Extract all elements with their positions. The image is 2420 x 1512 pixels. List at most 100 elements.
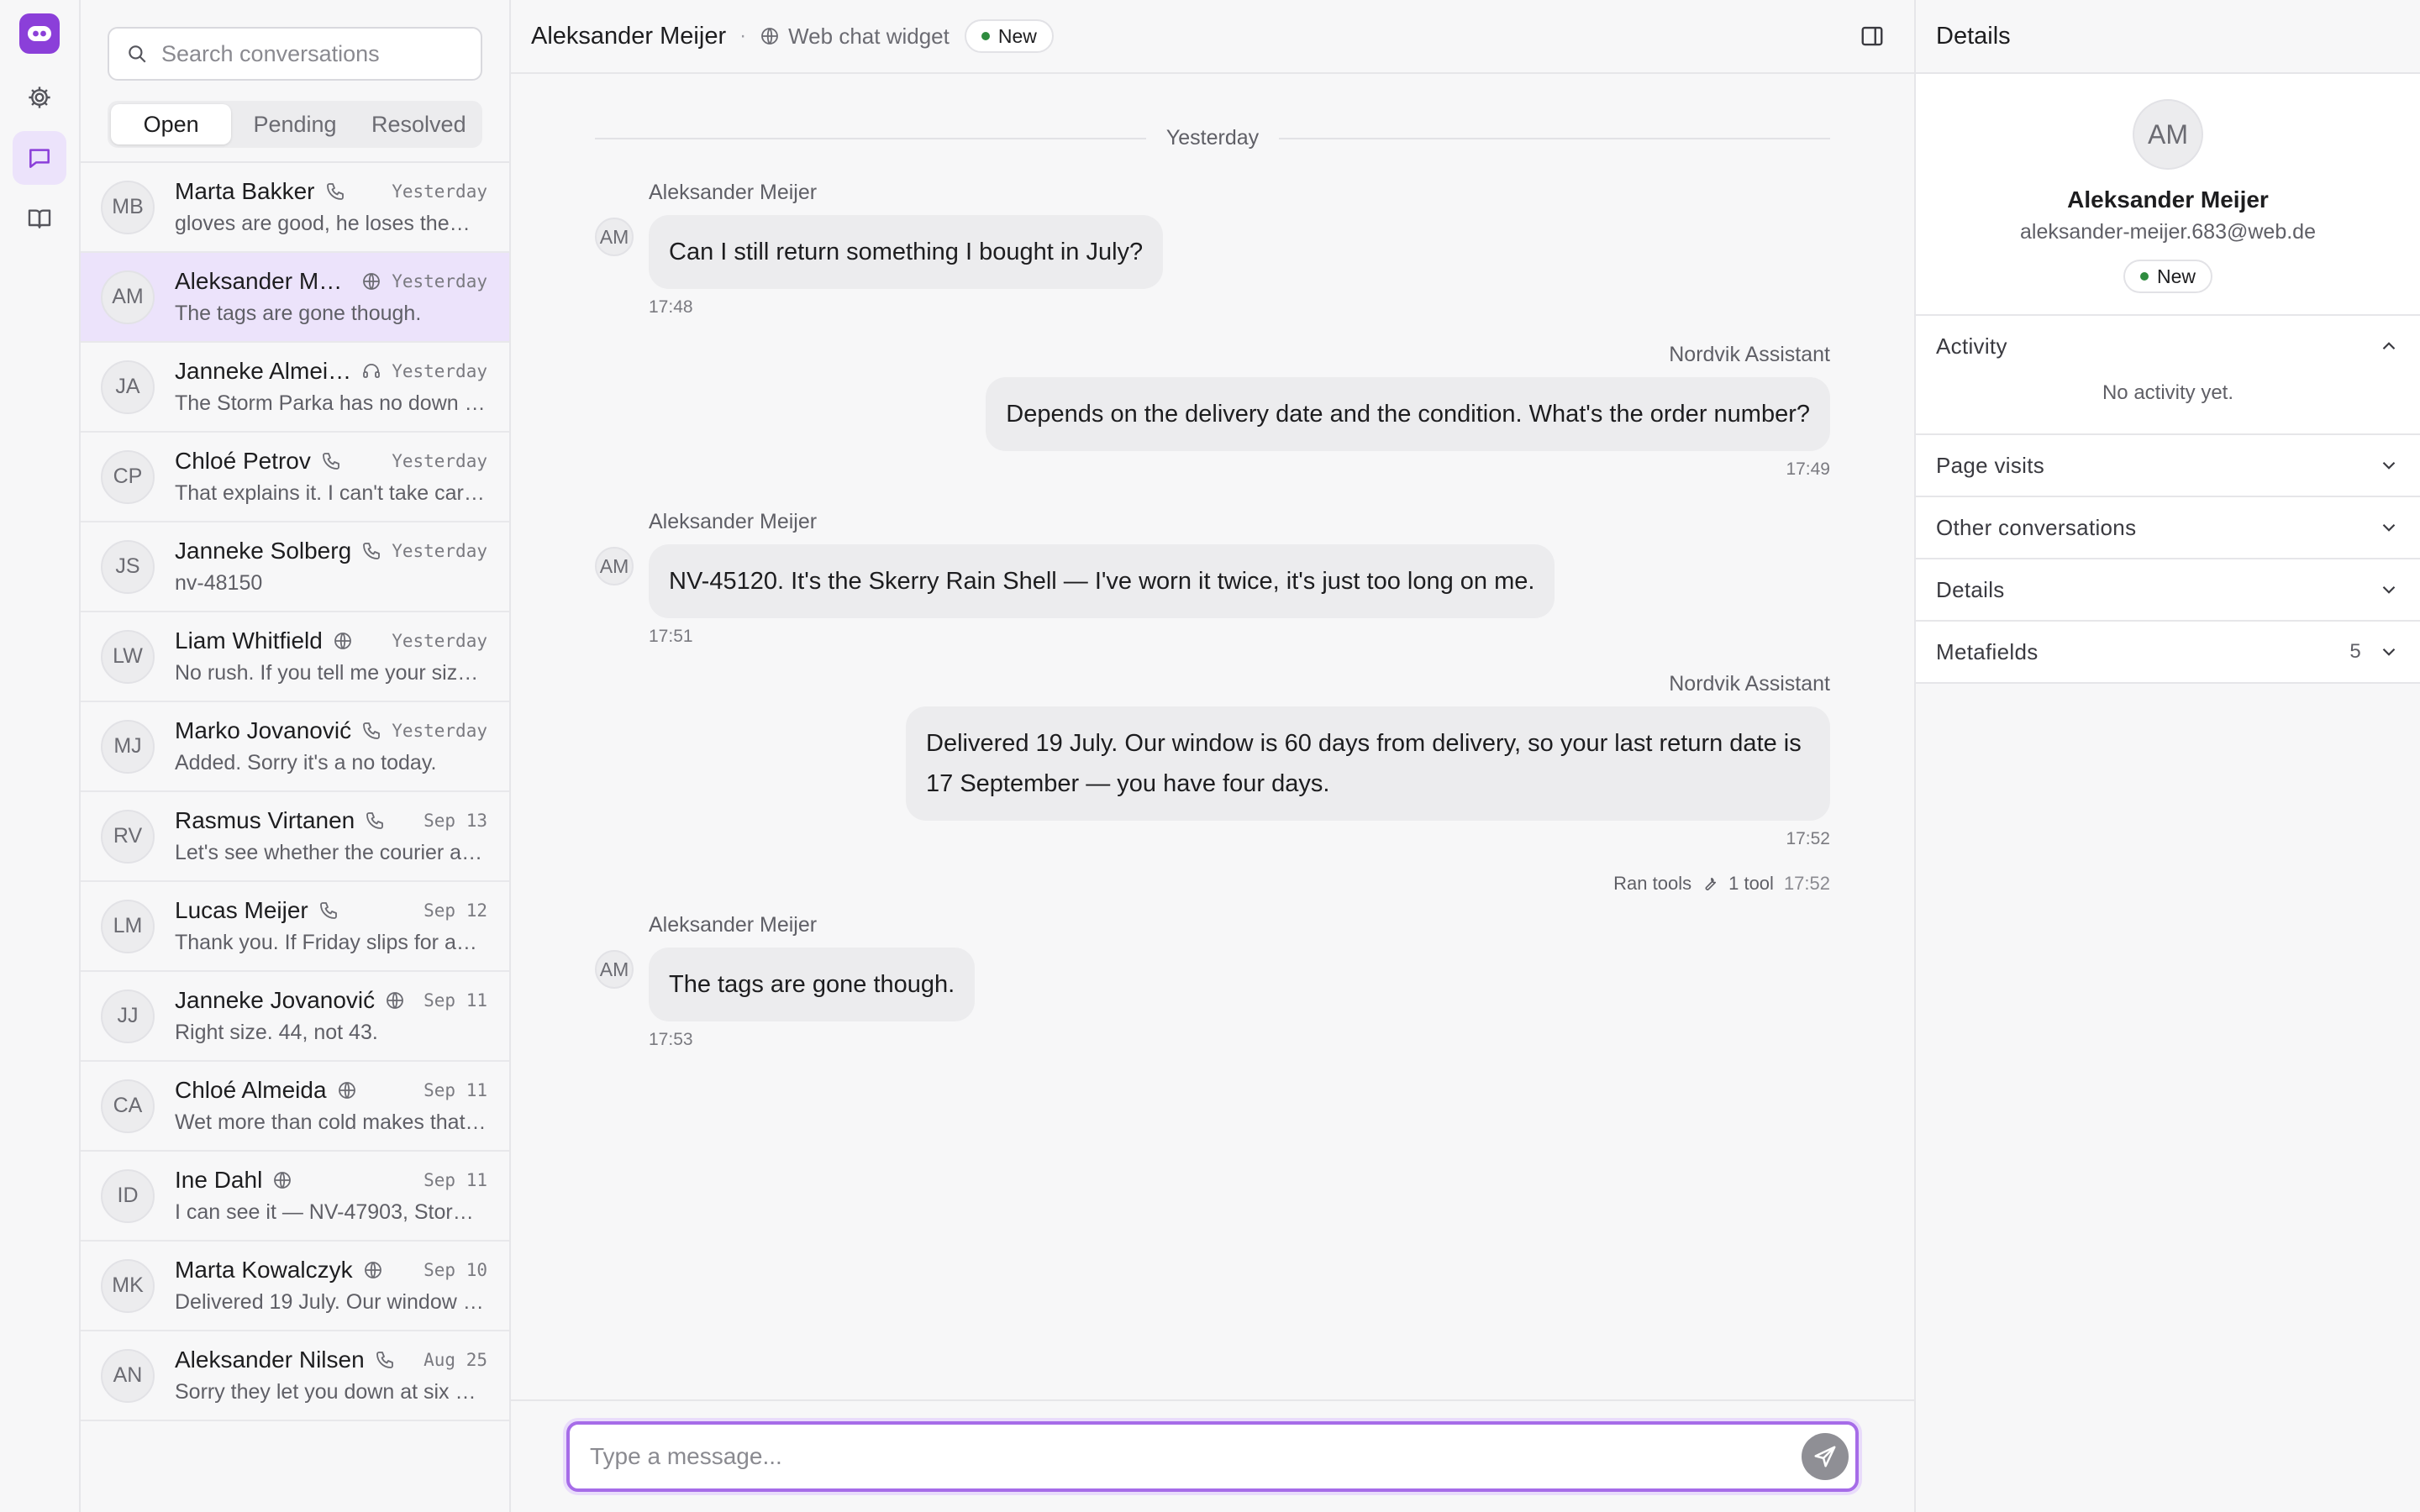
conversation-item[interactable]: CA Chloé Almeida Sep 11 Wet more than cold … [81, 1062, 509, 1152]
avatar: ID [101, 1168, 155, 1223]
conversation-name: Janneke Solberg [175, 538, 352, 564]
message-time: 17:52 [1786, 829, 1830, 848]
toggle-details-panel-icon[interactable] [1855, 19, 1889, 53]
list-header: Open Pending Resolved [81, 0, 509, 163]
phone-icon [318, 900, 339, 921]
conversation-top: Marko Jovanović Yesterday [175, 717, 487, 744]
conversation-item[interactable]: LW Liam Whitfield Yesterday No rush. If you… [81, 612, 509, 702]
message-sender: Aleksander Meijer [649, 913, 818, 937]
conversation-item[interactable]: AN Aleksander Nilsen Aug 25 Sorry they let … [81, 1331, 509, 1421]
divider-line [595, 137, 1146, 139]
message-input[interactable] [590, 1443, 1802, 1470]
avatar: MB [101, 180, 155, 234]
divider-line [1279, 137, 1830, 139]
tab-open[interactable]: Open [111, 104, 232, 144]
day-separator: Yesterday [595, 126, 1830, 150]
globe-icon [761, 28, 779, 45]
conversation-name: Aleksander Nilsen [175, 1347, 365, 1373]
message-bubble: Delivered 19 July. Our window is 60 days… [906, 706, 1830, 821]
conversation-name: Chloé Petrov [175, 448, 311, 474]
conversation-preview: nv-48150 [175, 571, 263, 595]
globe-icon [363, 1260, 383, 1280]
tool-time: 17:52 [1783, 873, 1830, 894]
conversation-item[interactable]: RV Rasmus Virtanen Sep 13 Let's see whether… [81, 792, 509, 882]
conversation-preview: I can see it — NV-47903, Stor… [175, 1200, 474, 1224]
composer[interactable] [566, 1421, 1859, 1492]
conversation-time: Yesterday [392, 541, 487, 561]
send-button[interactable] [1802, 1433, 1849, 1480]
conversation-item[interactable]: JA Janneke Almeida Yesterday The Storm Park… [81, 343, 509, 433]
section-header-other-conversations[interactable]: Other conversations [1916, 497, 2420, 558]
avatar: CP [101, 449, 155, 504]
conversation-body: Aleksander Nilsen Aug 25 Sorry they let yo… [175, 1347, 487, 1404]
section-header-page-visits[interactable]: Page visits [1916, 435, 2420, 496]
conversation-top: Janneke Solberg Yesterday [175, 538, 487, 564]
message-bubble: Depends on the delivery date and the con… [986, 377, 1830, 451]
conversation-body: Marko Jovanović Yesterday Added. Sorry it'… [175, 717, 487, 775]
chevron-down-icon [2378, 517, 2400, 538]
conversation-body: Marta Kowalczyk Sep 10 Delivered 19 July. … [175, 1257, 487, 1315]
app: Open Pending Resolved MB Marta Bakker Yest… [0, 0, 2420, 1512]
conversation-preview: Sorry they let you down at six … [175, 1380, 476, 1404]
conversation-body: Marta Bakker Yesterday gloves are good, he… [175, 178, 487, 236]
conversation-name: Lucas Meijer [175, 897, 308, 923]
app-logo-icon[interactable] [19, 13, 60, 54]
conversation-name: Marta Bakker [175, 178, 315, 204]
profile-email[interactable]: aleksander-meijer.683@web.de [2020, 220, 2316, 244]
conversation-body: Lucas Meijer Sep 12 Thank you. If Friday s… [175, 897, 487, 955]
conversation-top: Aleksander Mei… Yesterday [175, 268, 487, 295]
section-title: Page visits [1936, 452, 2045, 478]
details-title: Details [1916, 0, 2420, 74]
tool-count: 1 tool [1728, 873, 1774, 894]
tab-resolved[interactable]: Resolved [359, 104, 479, 144]
conversations-chat-icon[interactable] [13, 131, 66, 185]
conversation-top: Liam Whitfield Yesterday [175, 627, 487, 654]
conversation-body: Ine Dahl Sep 11 I can see it — NV-47903, S… [175, 1167, 487, 1225]
conversation-item[interactable]: MJ Marko Jovanović Yesterday Added. Sorry i… [81, 702, 509, 792]
section-header-metafields[interactable]: Metafields 5 [1916, 622, 2420, 682]
conversation-item[interactable]: ID Ine Dahl Sep 11 I can see it — NV-47903,… [81, 1152, 509, 1242]
conversation-time: Sep 13 [424, 811, 487, 831]
conversation-item[interactable]: AM Aleksander Mei… Yesterday The tags are g… [81, 253, 509, 343]
status-badge: New [964, 19, 1054, 53]
settings-gear-icon[interactable] [13, 71, 66, 124]
section-header-activity[interactable]: Activity [1916, 316, 2420, 376]
conversation-item[interactable]: MK Marta Kowalczyk Sep 10 Delivered 19 July… [81, 1242, 509, 1331]
message-time: 17:53 [649, 1030, 693, 1049]
conversation-name: Janneke Jovanović [175, 987, 376, 1013]
phone-icon [321, 451, 341, 471]
conversation-name: Rasmus Virtanen [175, 807, 355, 833]
conversation-time: Sep 10 [424, 1260, 487, 1280]
conversation-preview: gloves are good, he loses them… [175, 212, 487, 235]
knowledge-book-icon[interactable] [13, 192, 66, 245]
chevron-up-icon [2378, 335, 2400, 357]
outgoing-message: Nordvik Assistant Depends on the deliver… [595, 343, 1830, 480]
conversation-top: Janneke Almeida Yesterday [175, 358, 487, 385]
conversation-name: Marko Jovanović [175, 717, 352, 743]
conversation-item[interactable]: JJ Janneke Jovanović Sep 11 Right size. 44,… [81, 972, 509, 1062]
globe-icon [337, 1080, 357, 1100]
conversation-top: Lucas Meijer Sep 12 [175, 897, 487, 924]
conversation-item[interactable]: JS Janneke Solberg Yesterday nv-48150 [81, 522, 509, 612]
section-metafields: Metafields 5 [1916, 622, 2420, 684]
tool-run-label: Ran tools [1613, 873, 1692, 894]
section-header-details[interactable]: Details [1916, 559, 2420, 620]
channel-label: Web chat widget [788, 23, 950, 49]
avatar: AM [595, 547, 634, 585]
conversation-time: Yesterday [392, 271, 487, 291]
chat-panel: Aleksander Meijer · Web chat widget New [511, 0, 1916, 1512]
search-input[interactable] [161, 40, 464, 67]
conversation-item[interactable]: LM Lucas Meijer Sep 12 Thank you. If Friday… [81, 882, 509, 972]
conversation-item[interactable]: CP Chloé Petrov Yesterday That explains it.… [81, 433, 509, 522]
tool-run-indicator[interactable]: Ran tools 1 tool 17:52 [595, 873, 1830, 895]
conversation-time: Yesterday [392, 361, 487, 381]
conversation-item[interactable]: MB Marta Bakker Yesterday gloves are good, … [81, 163, 509, 253]
avatar: AM [595, 950, 634, 989]
section-title: Metafields [1936, 638, 2039, 664]
globe-icon [272, 1170, 292, 1190]
tab-pending[interactable]: Pending [234, 104, 355, 144]
conversation-time: Aug 25 [424, 1350, 487, 1370]
conversation-time: Yesterday [392, 631, 487, 651]
chevron-down-icon [2378, 641, 2400, 663]
search-box[interactable] [108, 27, 482, 81]
